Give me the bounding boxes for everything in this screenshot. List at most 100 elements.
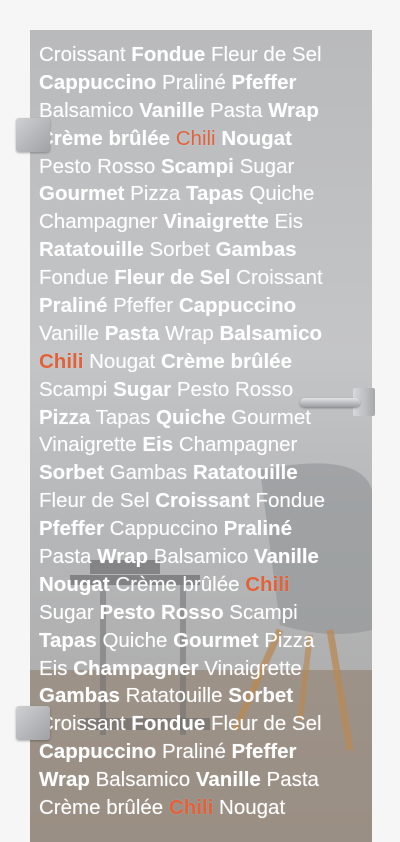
food-word: Fondue — [131, 43, 206, 66]
food-word: Tapas — [39, 628, 97, 652]
text-line: Gambas Ratatouille Sorbet — [39, 682, 369, 710]
food-word: Pasta — [104, 321, 160, 345]
food-word: Ratatouille — [125, 684, 223, 708]
food-word: Gourmet — [39, 182, 125, 206]
food-word: Pasta — [266, 768, 319, 792]
food-word: Nougat — [221, 126, 292, 150]
text-line: Pfeffer Cappuccino Praliné — [39, 515, 369, 543]
food-word: Ratatouille — [39, 238, 144, 262]
food-word: Vanille — [139, 98, 205, 122]
highlight-word: Chili — [168, 796, 214, 820]
food-word: Pfeffer — [231, 740, 297, 764]
door-handle[interactable] — [300, 398, 360, 407]
text-line: Vinaigrette Eis Champagner — [39, 431, 369, 459]
text-line: Crème brûlée Chili Nougat — [39, 125, 369, 153]
food-word: Pesto Rosso — [176, 377, 294, 401]
highlight-word: Chili — [175, 126, 216, 150]
text-line: Cappuccino Praliné Pfeffer — [39, 69, 369, 97]
food-word: Praliné — [223, 517, 292, 541]
food-word: Nougat — [39, 572, 110, 596]
food-word: Eis — [274, 210, 303, 234]
food-word: Gambas — [109, 461, 188, 485]
food-word: Crème brûlée — [115, 572, 240, 596]
food-word: Cappuccino — [39, 740, 157, 764]
food-word: Pizza — [39, 405, 91, 429]
text-line: Fondue Fleur de Sel Croissant — [39, 264, 369, 292]
food-word: Fondue — [131, 712, 206, 736]
food-word: Fondue — [255, 489, 326, 513]
food-word: Crème brûlée — [39, 126, 171, 150]
food-word: Balsamico — [153, 545, 249, 569]
food-word: Wrap — [39, 768, 90, 792]
text-line: Crème brûlée Chili Nougat — [39, 794, 369, 822]
food-word: Balsamico — [219, 321, 323, 345]
food-word: Sorbet — [149, 238, 210, 262]
food-word: Sugar — [39, 600, 94, 624]
food-word: Vanille — [195, 768, 261, 792]
food-word: Praliné — [162, 70, 226, 94]
text-line: Chili Nougat Crème brûlée — [39, 348, 369, 376]
lower-hinge — [16, 706, 50, 740]
food-word: Gourmet — [173, 628, 259, 652]
food-word: Ratatouille — [192, 461, 298, 485]
text-line: Pasta Wrap Balsamico Vanille — [39, 543, 369, 571]
food-word: Quiche — [156, 405, 226, 429]
upper-hinge — [16, 118, 50, 152]
food-word: Fleur de Sel — [211, 43, 322, 66]
food-word: Vinaigrette — [39, 433, 137, 457]
etched-word-pattern: Croissant Fondue Fleur de Sel Cappuccino … — [39, 41, 369, 822]
food-word: Quiche — [102, 628, 168, 652]
food-word: Nougat — [219, 796, 286, 820]
text-line: Sorbet Gambas Ratatouille — [39, 459, 369, 487]
food-word: Eis — [39, 656, 68, 680]
text-line: Praliné Pfeffer Cappuccino — [39, 292, 369, 320]
food-word: Gambas — [215, 238, 297, 262]
food-word: Fondue — [39, 266, 109, 290]
food-word: Quiche — [249, 182, 315, 206]
food-word: Pfeffer — [113, 294, 174, 318]
food-word: Gourmet — [231, 405, 311, 429]
food-word: Pasta — [209, 98, 263, 122]
food-word: Fleur de Sel — [211, 712, 322, 736]
text-line: Wrap Balsamico Vanille Pasta — [39, 766, 369, 794]
food-word: Scampi — [229, 600, 298, 624]
food-word: Vinaigrette — [204, 656, 302, 680]
food-word: Wrap — [97, 545, 149, 569]
food-word: Pesto Rosso — [99, 600, 224, 624]
text-line: Eis Champagner Vinaigrette — [39, 655, 369, 683]
food-word: Champagner — [73, 656, 199, 680]
food-word: Vanille — [39, 321, 100, 345]
text-line: Champagner Vinaigrette Eis — [39, 208, 369, 236]
food-word: Wrap — [268, 98, 319, 122]
text-line: Pizza Tapas Quiche Gourmet — [39, 404, 369, 432]
text-line: Sugar Pesto Rosso Scampi — [39, 599, 369, 627]
food-word: Eis — [142, 433, 174, 457]
food-word: Praliné — [39, 294, 108, 318]
text-line: Vanille Pasta Wrap Balsamico — [39, 320, 369, 348]
text-line: Ratatouille Sorbet Gambas — [39, 236, 369, 264]
food-word: Fleur de Sel — [39, 489, 150, 513]
food-word: Croissant — [39, 712, 126, 736]
food-word: Pfeffer — [39, 517, 104, 541]
food-word: Champagner — [178, 433, 298, 457]
food-word: Sorbet — [39, 461, 104, 485]
food-word: Balsamico — [95, 768, 191, 792]
food-word: Gambas — [39, 684, 120, 708]
text-line: Croissant Fondue Fleur de Sel — [39, 41, 369, 69]
food-word: Pesto Rosso — [39, 154, 156, 178]
food-word: Croissant — [155, 489, 250, 513]
highlight-word: Chili — [245, 572, 290, 596]
food-word: Scampi — [39, 377, 108, 401]
food-word: Cappuccino — [109, 517, 218, 541]
highlight-word: Chili — [39, 349, 84, 373]
text-line: Cappuccino Praliné Pfeffer — [39, 738, 369, 766]
food-word: Croissant — [236, 266, 323, 290]
text-line: Balsamico Vanille Pasta Wrap — [39, 97, 369, 125]
food-word: Crème brûlée — [39, 796, 164, 820]
food-word: Balsamico — [39, 98, 134, 122]
food-word: Sugar — [239, 154, 295, 178]
food-word: Sugar — [113, 377, 172, 401]
food-word: Pasta — [39, 545, 92, 569]
food-word: Fleur de Sel — [114, 266, 231, 290]
food-word: Sorbet — [228, 684, 294, 708]
